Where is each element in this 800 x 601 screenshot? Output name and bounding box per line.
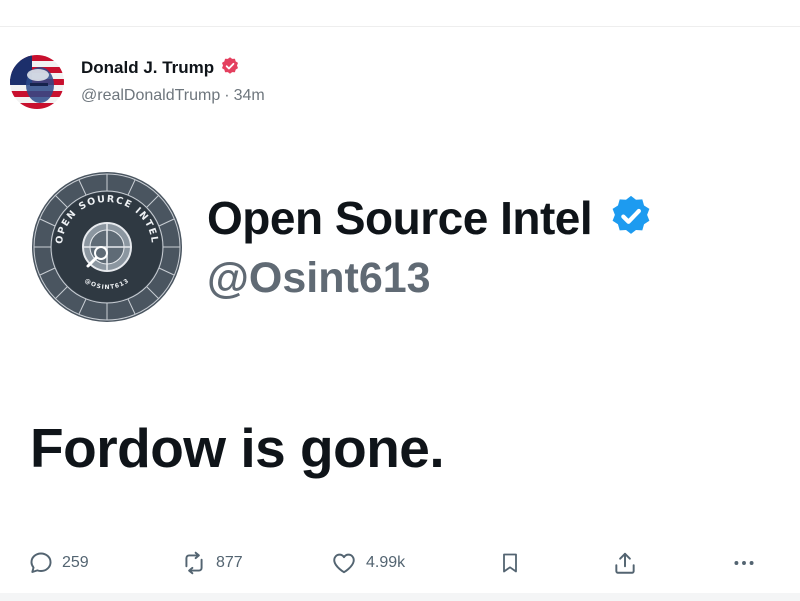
- verified-badge-icon: [220, 56, 240, 81]
- bookmark-icon: [498, 550, 522, 576]
- embedded-author: Open Source Intel: [207, 190, 654, 246]
- heart-icon: [330, 550, 358, 576]
- retweet-count: 877: [216, 554, 243, 571]
- top-divider: [0, 0, 800, 27]
- osint-logo: OPEN SOURCE INTEL @OSINT613: [30, 170, 184, 324]
- retweet-button[interactable]: 877: [180, 546, 243, 580]
- bottom-divider: [0, 593, 800, 601]
- meta-separator: ·: [224, 87, 230, 104]
- embedded-author-handle[interactable]: @Osint613: [207, 254, 431, 303]
- comment-icon: [28, 550, 54, 576]
- like-button[interactable]: 4.99k: [330, 546, 405, 580]
- post-author: Donald J. Trump @realDonaldTrump · 34m: [81, 56, 265, 105]
- embedded-post-text: Fordow is gone.: [30, 417, 445, 479]
- author-handle[interactable]: @realDonaldTrump: [81, 87, 220, 105]
- share-button[interactable]: [612, 546, 638, 580]
- bookmark-button[interactable]: [498, 546, 522, 580]
- more-button[interactable]: [730, 546, 758, 580]
- embedded-author-name[interactable]: Open Source Intel: [207, 191, 593, 245]
- post-timestamp[interactable]: 34m: [234, 87, 265, 105]
- more-icon: [730, 550, 758, 576]
- avatar[interactable]: [10, 55, 64, 109]
- share-icon: [612, 549, 638, 577]
- reply-button[interactable]: 259: [28, 546, 89, 580]
- reply-count: 259: [62, 554, 89, 571]
- like-count: 4.99k: [366, 554, 406, 571]
- action-bar: 259 877 4.99k: [0, 546, 800, 580]
- author-name[interactable]: Donald J. Trump: [81, 58, 214, 78]
- embedded-verified-icon: [608, 193, 654, 244]
- retweet-icon: [180, 550, 208, 576]
